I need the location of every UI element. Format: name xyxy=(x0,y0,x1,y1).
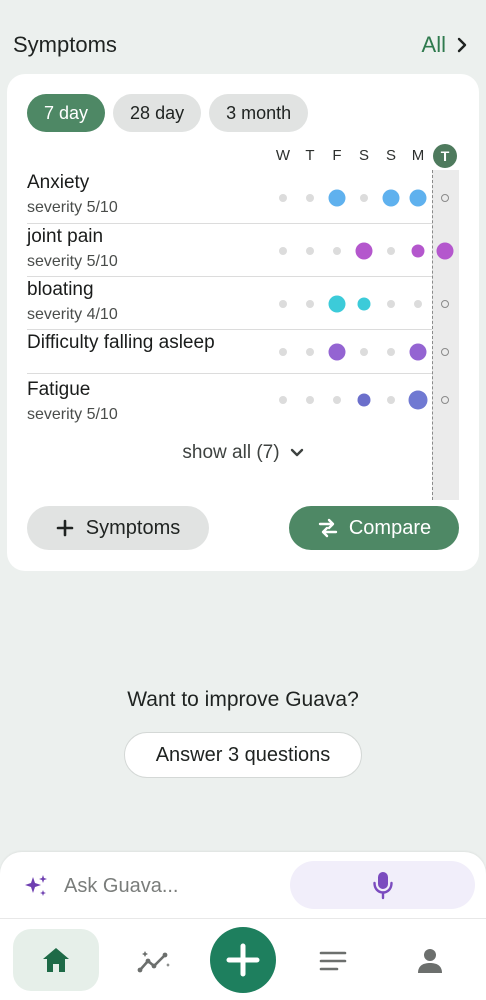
weekday-label: M xyxy=(411,147,425,164)
ask-bar xyxy=(0,852,486,918)
symptom-day-dot xyxy=(306,396,314,404)
improve-prompt: Want to improve Guava? xyxy=(127,688,359,711)
symptom-severity: severity 5/10 xyxy=(27,199,118,216)
symptom-day-dot xyxy=(441,300,449,308)
trends-icon xyxy=(137,951,170,973)
symptom-row[interactable]: Anxiety severity 5/10 xyxy=(7,170,479,224)
symptom-day-dot xyxy=(279,300,287,308)
symptom-severity: severity 5/10 xyxy=(27,406,118,423)
symptom-day-dot xyxy=(306,247,314,255)
symptom-name: bloating xyxy=(27,279,94,300)
symptom-name: Anxiety xyxy=(27,172,90,193)
nav-trends[interactable] xyxy=(124,941,184,981)
symptom-day-dot xyxy=(333,396,341,404)
symptom-severity: severity 5/10 xyxy=(27,253,118,270)
range-3-month[interactable]: 3 month xyxy=(209,94,309,132)
symptom-day-dot xyxy=(328,295,346,313)
weekday-label: S xyxy=(385,147,396,164)
chevron-right-icon xyxy=(457,37,467,53)
symptom-row[interactable]: Fatigue severity 5/10 xyxy=(7,374,479,430)
add-symptoms-button[interactable]: Symptoms xyxy=(27,506,209,550)
symptom-day-dot xyxy=(387,247,395,255)
voice-button[interactable] xyxy=(290,861,475,909)
symptom-day-dot xyxy=(387,396,395,404)
symptom-day-dot xyxy=(279,396,287,404)
symptom-name: Fatigue xyxy=(27,379,91,400)
symptom-day-dot xyxy=(387,348,395,356)
answer-questions-label: Answer 3 questions xyxy=(155,743,331,766)
microphone-icon xyxy=(372,872,393,900)
symptom-day-dot xyxy=(357,393,371,407)
symptom-day-dot xyxy=(409,189,427,207)
symptoms-card: 7 day 28 day 3 month WTFSSMT Anxiety seve… xyxy=(7,74,479,571)
swap-arrows-icon xyxy=(318,518,338,538)
symptom-day-dot xyxy=(328,189,346,207)
show-all-label: show all (7) xyxy=(182,442,280,463)
compare-button[interactable]: Compare xyxy=(289,506,459,550)
symptom-day-dot xyxy=(279,247,287,255)
symptom-day-dot xyxy=(306,348,314,356)
symptom-day-dot xyxy=(411,244,425,258)
symptom-name: joint pain xyxy=(27,226,104,247)
plus-icon xyxy=(226,943,260,977)
symptom-day-dot xyxy=(441,194,449,202)
range-7-day[interactable]: 7 day xyxy=(27,94,106,132)
bottom-navigation xyxy=(0,918,486,1000)
compare-label: Compare xyxy=(348,516,432,539)
symptom-day-dot xyxy=(357,297,371,311)
nav-profile[interactable] xyxy=(400,941,460,981)
symptom-name: Difficulty falling asleep xyxy=(27,332,215,353)
symptom-day-dot xyxy=(414,300,422,308)
symptom-day-dot xyxy=(441,396,449,404)
symptom-severity: severity 4/10 xyxy=(27,306,118,323)
symptom-day-dot xyxy=(279,348,287,356)
weekday-label: T xyxy=(305,147,315,164)
range-label: 3 month xyxy=(226,102,292,123)
range-label: 7 day xyxy=(44,102,89,123)
notes-icon xyxy=(319,951,347,971)
person-icon xyxy=(418,949,442,973)
all-link[interactable]: All xyxy=(422,32,468,58)
symptom-day-dot xyxy=(306,300,314,308)
show-all-button[interactable]: show all (7) xyxy=(7,442,479,464)
symptom-day-dot xyxy=(387,300,395,308)
symptom-day-dot xyxy=(360,194,368,202)
chevron-down-icon xyxy=(290,448,303,457)
symptom-day-dot xyxy=(328,343,346,361)
symptom-day-dot xyxy=(306,194,314,202)
plus-icon xyxy=(56,519,74,537)
ask-input[interactable] xyxy=(64,872,274,900)
symptom-day-dot xyxy=(355,242,373,260)
nav-notes[interactable] xyxy=(303,941,363,981)
weekday-label: S xyxy=(358,147,369,164)
symptom-day-dot xyxy=(409,343,427,361)
add-symptoms-label: Symptoms xyxy=(85,516,181,539)
symptom-day-dot xyxy=(279,194,287,202)
symptom-row[interactable]: Difficulty falling asleep xyxy=(7,330,479,374)
symptom-day-dot xyxy=(382,189,400,207)
symptoms-header: Symptoms All xyxy=(13,30,468,60)
symptom-day-dot xyxy=(360,348,368,356)
nav-home[interactable] xyxy=(13,929,99,991)
symptom-day-dot xyxy=(333,247,341,255)
symptom-day-dot xyxy=(441,348,449,356)
nav-add-button[interactable] xyxy=(210,927,276,993)
symptom-row[interactable]: bloating severity 4/10 xyxy=(7,277,479,330)
range-28-day[interactable]: 28 day xyxy=(113,94,202,132)
range-selector: 7 day 28 day 3 month xyxy=(27,94,309,132)
weekday-label: T xyxy=(433,144,457,168)
range-label: 28 day xyxy=(130,102,185,123)
weekday-label: F xyxy=(332,147,342,164)
weekday-label: W xyxy=(275,147,291,164)
sparkle-icon xyxy=(25,875,47,896)
symptom-day-dot xyxy=(436,242,454,260)
weekday-header: WTFSSMT xyxy=(7,144,479,170)
symptom-day-dot xyxy=(408,390,428,410)
answer-questions-button[interactable]: Answer 3 questions xyxy=(124,732,362,778)
all-link-label: All xyxy=(421,32,446,57)
home-icon xyxy=(43,948,69,972)
symptom-row[interactable]: joint pain severity 5/10 xyxy=(7,224,479,277)
section-title: Symptoms xyxy=(13,32,117,57)
